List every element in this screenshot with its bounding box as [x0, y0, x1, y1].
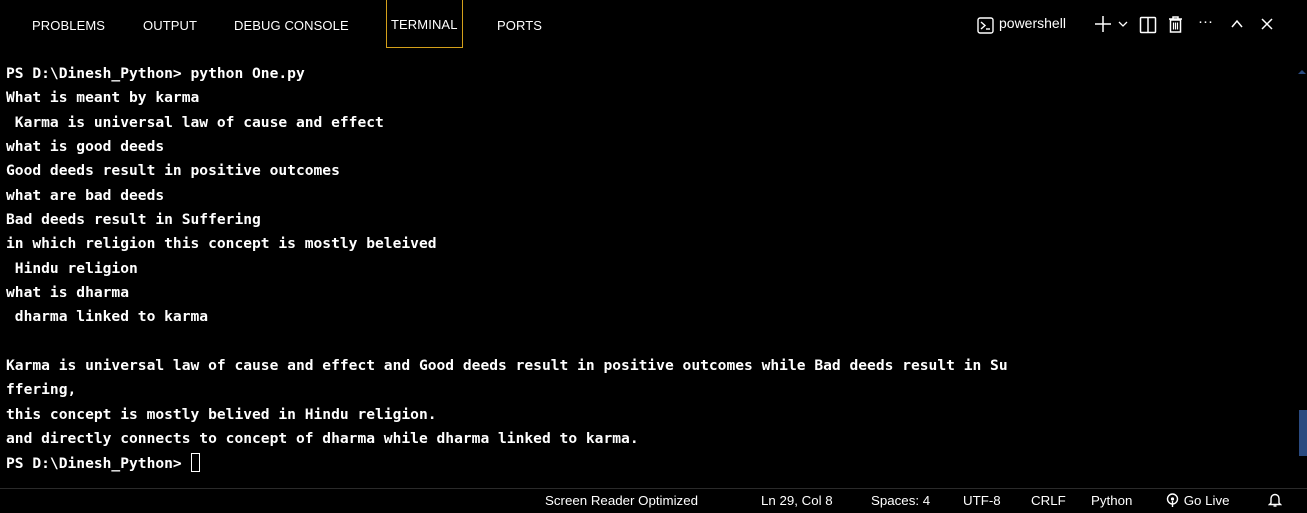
status-screen-reader[interactable]: Screen Reader Optimized — [545, 489, 698, 513]
tab-debug-console[interactable]: DEBUG CONSOLE — [234, 0, 349, 48]
status-language[interactable]: Python — [1091, 489, 1132, 513]
terminal-line: this concept is mostly belived in Hindu … — [6, 405, 437, 423]
close-icon[interactable] — [1260, 17, 1274, 37]
terminal-output[interactable]: PS D:\Dinesh_Python> python One.py What i… — [6, 62, 1294, 488]
terminal-line: Hindu religion — [6, 259, 138, 277]
tab-output[interactable]: OUTPUT — [143, 0, 197, 48]
terminal-line: What is meant by karma — [6, 89, 200, 107]
terminal-line: and directly connects to concept of dhar… — [6, 430, 639, 448]
go-live-label: Go Live — [1183, 493, 1230, 508]
panel-tab-bar: PROBLEMS OUTPUT DEBUG CONSOLE TERMINAL P… — [0, 0, 1307, 52]
tab-problems[interactable]: PROBLEMS — [32, 0, 105, 48]
terminal-line: PS D:\Dinesh_Python> python One.py — [6, 65, 305, 82]
notifications-bell-icon[interactable] — [1267, 489, 1283, 513]
terminal-line: Good deeds result in positive outcomes — [6, 162, 340, 180]
more-actions-icon[interactable]: ··· — [1198, 13, 1213, 33]
terminal-line: what are bad deeds — [6, 186, 165, 204]
terminal-line: ffering, — [6, 381, 77, 399]
tab-ports[interactable]: PORTS — [497, 0, 542, 48]
new-terminal-plus-icon[interactable] — [1093, 14, 1113, 34]
status-eol[interactable]: CRLF — [1031, 489, 1066, 513]
terminal-line: in which religion this concept is mostly… — [6, 235, 437, 253]
terminal-line: Karma is universal law of cause and effe… — [6, 113, 384, 131]
chevron-down-icon[interactable] — [1117, 18, 1129, 38]
terminal-line: what is good deeds — [6, 138, 165, 156]
terminal-line: Karma is universal law of cause and effe… — [6, 357, 1008, 375]
terminal-prompt: PS D:\Dinesh_Python> — [6, 454, 191, 472]
terminal-line: dharma linked to karma — [6, 308, 209, 326]
scroll-up-arrow-icon[interactable] — [1297, 62, 1307, 74]
terminal-prompt-line: PS D:\Dinesh_Python> — [6, 452, 1294, 476]
status-bar: Screen Reader Optimized Ln 29, Col 8 Spa… — [0, 488, 1307, 512]
terminal-line: Bad deeds result in Suffering — [6, 211, 261, 229]
scrollbar-thumb[interactable] — [1299, 410, 1307, 456]
go-live-button[interactable]: Go Live — [1165, 489, 1230, 513]
terminal-icon — [977, 17, 994, 37]
status-encoding[interactable]: UTF-8 — [963, 489, 1001, 513]
terminal-cursor — [190, 452, 200, 472]
status-cursor-position[interactable]: Ln 29, Col 8 — [761, 489, 833, 513]
broadcast-icon — [1166, 493, 1179, 507]
status-indentation[interactable]: Spaces: 4 — [871, 489, 930, 513]
terminal-toolbar: powershell ··· — [977, 0, 1307, 52]
terminal-line: what is dharma — [6, 284, 130, 302]
trash-icon[interactable] — [1167, 15, 1184, 35]
shell-name[interactable]: powershell — [999, 15, 1066, 35]
split-terminal-icon[interactable] — [1139, 16, 1157, 36]
tab-terminal[interactable]: TERMINAL — [386, 0, 463, 48]
maximize-panel-chevron-up-icon[interactable] — [1230, 17, 1244, 37]
